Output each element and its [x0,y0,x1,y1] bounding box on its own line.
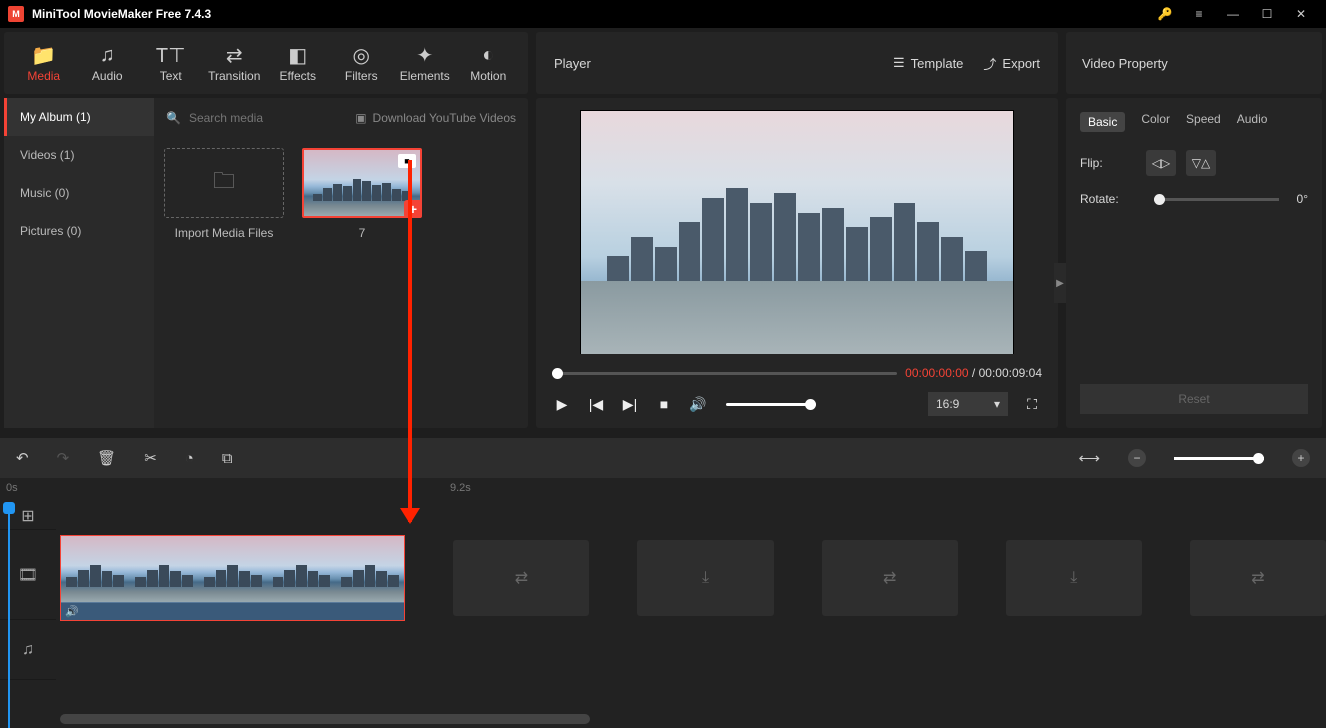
current-time: 00:00:00:00 [905,366,968,380]
search-input[interactable] [189,111,347,125]
sidebar-pictures[interactable]: Pictures (0) [4,212,154,250]
text-icon: T⊤ [156,43,186,67]
transition-placeholder[interactable]: ⇄ [1190,540,1326,616]
property-title: Video Property [1082,56,1168,71]
annotation-arrow [408,160,412,522]
export-icon: ⤴ [983,54,996,73]
tab-media[interactable]: 📁Media [12,38,76,88]
total-time: 00:00:09:04 [979,366,1042,380]
tab-motion[interactable]: ◐Motion [457,38,521,88]
split-button[interactable]: ✂ [144,449,157,467]
upgrade-key-icon[interactable]: 🔑 [1148,0,1182,28]
tab-text[interactable]: T⊤Text [139,38,203,88]
main-tabbar: 📁Media ♫Audio T⊤Text ⇄Transition ◧Effect… [4,32,528,94]
rotate-value: 0° [1297,192,1308,206]
playhead[interactable] [8,502,10,728]
fullscreen-button[interactable]: ⛶ [1022,396,1042,413]
aspect-ratio-select[interactable]: 16:9▾ [928,392,1008,416]
player-label: Player [554,56,591,71]
redo-button[interactable]: ↷ [57,449,70,467]
layers-icon: ☰ [893,55,905,71]
prop-tab-color[interactable]: Color [1141,112,1170,132]
delete-button[interactable]: 🗑 [97,449,116,467]
add-to-timeline-button[interactable]: + [404,200,422,218]
collapse-panel-button[interactable]: ▶ [1054,263,1066,303]
speed-button[interactable]: ◔ [185,450,194,467]
next-frame-button[interactable]: ▶| [620,396,640,413]
transition-placeholder[interactable]: ⇄ [453,540,589,616]
prop-tab-basic[interactable]: Basic [1080,112,1125,132]
tab-filters[interactable]: ◎Filters [330,38,394,88]
filters-icon: ◎ [353,43,370,67]
close-button[interactable]: ✕ [1284,0,1318,28]
volume-icon[interactable]: 🔊 [688,396,708,413]
tab-transition[interactable]: ⇄Transition [203,38,267,88]
clip-volume-icon[interactable]: 🔊 [65,605,79,618]
app-title: MiniTool MovieMaker Free 7.4.3 [32,7,211,21]
template-button[interactable]: ☰Template [893,55,963,71]
prev-frame-button[interactable]: |◀ [586,396,606,413]
prop-tab-audio[interactable]: Audio [1237,112,1268,132]
search-icon: 🔍 [166,111,181,125]
sidebar-my-album[interactable]: My Album (1) [4,98,154,136]
volume-slider[interactable] [726,403,816,406]
clip-name: 7 [359,226,366,240]
seek-slider[interactable] [552,372,897,375]
zoom-in-button[interactable]: + [1292,449,1310,467]
rotate-slider[interactable] [1154,198,1279,201]
download-youtube-link[interactable]: ▣Download YouTube Videos [355,111,516,125]
sidebar-videos[interactable]: Videos (1) [4,136,154,174]
tab-elements[interactable]: ✦Elements [393,38,457,88]
elements-icon: ✦ [416,43,433,67]
crop-button[interactable]: ⧉ [222,450,233,467]
prop-tab-speed[interactable]: Speed [1186,112,1221,132]
folder-icon: 📁 [31,43,56,67]
flip-horizontal-button[interactable]: ◁▷ [1146,150,1176,176]
flip-vertical-button[interactable]: ▽△ [1186,150,1216,176]
chevron-down-icon: ▾ [994,397,1000,411]
folder-icon: 🗀 [213,164,235,202]
youtube-icon: ▣ [355,111,366,125]
zoom-slider[interactable] [1174,457,1264,460]
media-clip-thumb[interactable]: ■ + [302,148,422,218]
video-type-icon: ■ [398,154,416,168]
maximize-button[interactable]: ☐ [1250,0,1284,28]
motion-icon: ◐ [482,43,494,67]
clip-placeholder[interactable]: ⤓ [1006,540,1142,616]
music-note-icon: ♫ [100,43,115,67]
transition-icon: ⇄ [226,43,243,67]
timeline-clip[interactable]: 🔊 [60,535,405,621]
tab-audio[interactable]: ♫Audio [76,38,140,88]
preview-viewport [580,110,1014,354]
export-button[interactable]: ⤴Export [983,54,1040,73]
zoom-out-button[interactable]: − [1128,449,1146,467]
transition-placeholder[interactable]: ⇄ [822,540,958,616]
rotate-label: Rotate: [1080,192,1136,206]
import-label: Import Media Files [175,226,274,240]
auto-fit-button[interactable]: ⟷ [1078,449,1100,467]
play-button[interactable]: ▶ [552,396,572,413]
stop-button[interactable]: ■ [654,396,674,412]
effects-icon: ◧ [288,43,307,67]
timeline-scrollbar[interactable] [60,714,590,724]
clip-placeholder[interactable]: ⤓ [637,540,773,616]
reset-button[interactable]: Reset [1080,384,1308,414]
menu-icon[interactable]: ≡ [1182,0,1216,28]
import-media-button[interactable]: 🗀 [164,148,284,218]
undo-button[interactable]: ↶ [16,449,29,467]
media-sidebar: My Album (1) Videos (1) Music (0) Pictur… [4,98,154,428]
minimize-button[interactable]: — [1216,0,1250,28]
timeline-ruler[interactable]: 0s 9.2s [0,478,1326,502]
audio-track[interactable] [60,620,1326,680]
flip-label: Flip: [1080,156,1136,170]
tab-effects[interactable]: ◧Effects [266,38,330,88]
app-logo: M [8,6,24,22]
sidebar-music[interactable]: Music (0) [4,174,154,212]
